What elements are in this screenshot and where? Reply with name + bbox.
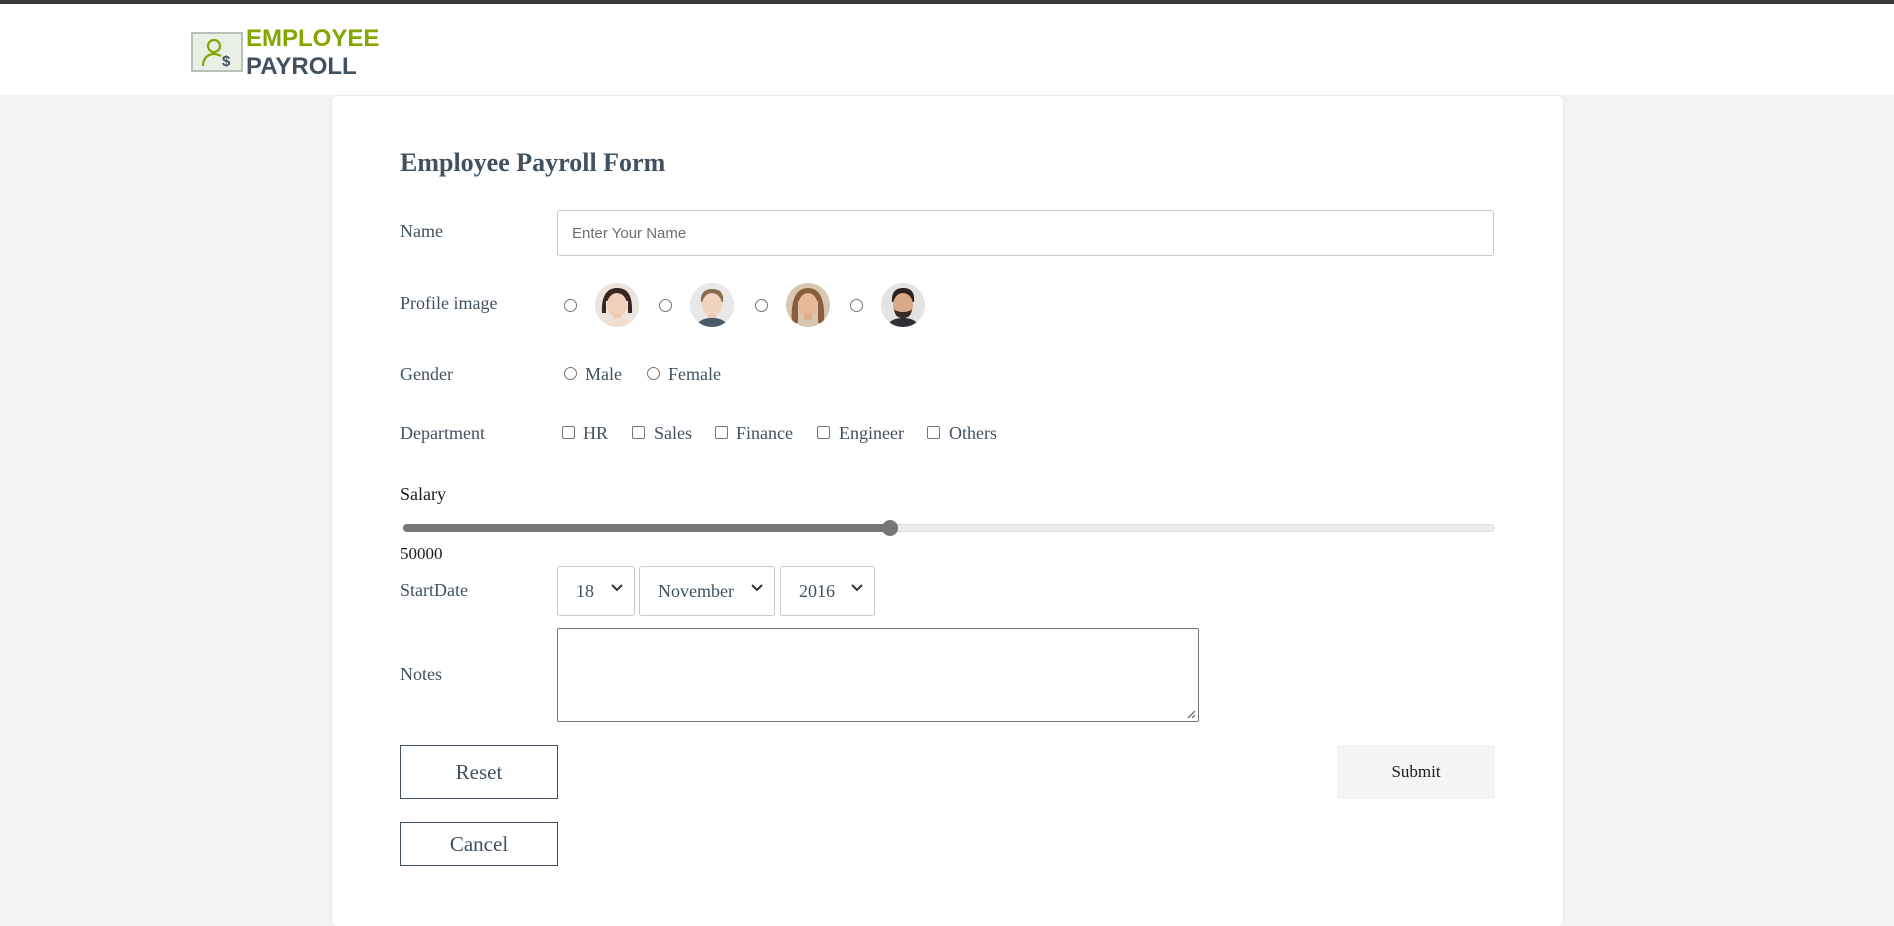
name-input[interactable] [557,210,1494,256]
female-avatar-2-icon [786,283,830,327]
logo-text-payroll: PAYROLL [246,53,357,80]
department-others-label[interactable]: Others [949,423,997,444]
male-avatar-2-icon [881,283,925,327]
notes-label: Notes [400,664,442,684]
salary-slider[interactable] [403,520,1495,536]
submit-button[interactable]: Submit [1337,745,1495,799]
profile-image-radio-4[interactable] [850,299,863,312]
department-label: Department [400,423,485,443]
salary-slider-thumb[interactable] [882,520,899,536]
department-finance-checkbox[interactable] [715,426,728,439]
department-engineer-checkbox[interactable] [817,426,830,439]
profile-image-label: Profile image [400,293,498,313]
gender-female-label[interactable]: Female [668,364,721,385]
start-year-select[interactable]: 2016 [780,566,875,616]
male-avatar-1-icon [690,283,734,327]
salary-value: 50000 [400,544,443,563]
start-month-value: November [658,581,734,601]
notes-textarea[interactable] [557,628,1199,722]
gender-label: Gender [400,364,453,384]
chevron-down-icon [751,584,763,592]
profile-image-radio-2[interactable] [659,299,672,312]
start-date-label: StartDate [400,580,468,600]
app-header: $ EMPLOYEE PAYROLL [0,4,1894,95]
payroll-form-card: Employee Payroll Form Name Profile image [332,96,1563,926]
gender-female-radio[interactable] [647,367,660,380]
chevron-down-icon [851,584,863,592]
salary-slider-fill [403,524,891,532]
start-month-select[interactable]: November [639,566,775,616]
form-title: Employee Payroll Form [400,148,666,177]
department-hr-label[interactable]: HR [583,423,608,444]
reset-button[interactable]: Reset [400,745,558,799]
start-day-value: 18 [576,581,594,601]
logo-text-employee: EMPLOYEE [246,25,380,52]
department-engineer-label[interactable]: Engineer [839,423,904,444]
cancel-button[interactable]: Cancel [400,822,558,866]
salary-label: Salary [400,484,446,504]
start-day-select[interactable]: 18 [557,566,635,616]
profile-image-radio-3[interactable] [755,299,768,312]
department-sales-checkbox[interactable] [632,426,645,439]
department-sales-label[interactable]: Sales [654,423,692,444]
female-avatar-1-icon [595,283,639,327]
department-others-checkbox[interactable] [927,426,940,439]
payroll-logo-icon: $ [191,32,243,72]
name-label: Name [400,221,443,241]
gender-male-label[interactable]: Male [585,364,622,385]
svg-text:$: $ [222,53,231,69]
resize-grip-icon[interactable] [1186,709,1196,719]
department-hr-checkbox[interactable] [562,426,575,439]
chevron-down-icon [611,584,623,592]
gender-male-radio[interactable] [564,367,577,380]
profile-image-radio-1[interactable] [564,299,577,312]
department-finance-label[interactable]: Finance [736,423,793,444]
start-year-value: 2016 [799,581,835,601]
